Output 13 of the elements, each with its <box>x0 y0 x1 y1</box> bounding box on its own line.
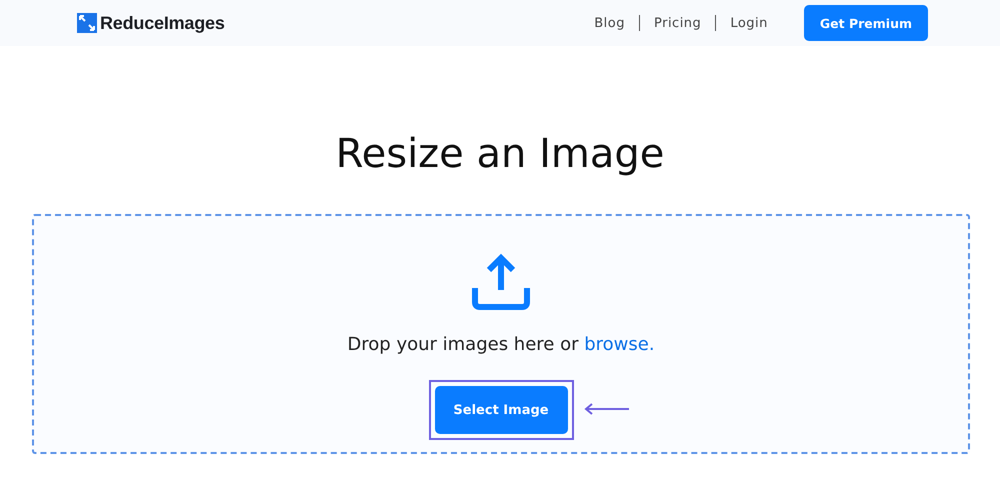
page-title: Resize an Image <box>334 131 666 177</box>
logo-text: ReduceImages <box>100 12 225 34</box>
nav-link[interactable]: Login <box>730 16 768 30</box>
arrow-icon <box>584 403 630 415</box>
nav-link[interactable]: Blog <box>594 16 625 30</box>
logo-icon <box>77 13 97 33</box>
get-premium-button[interactable]: Get Premium <box>804 5 928 41</box>
drop-zone[interactable]: Drop your images here or browse. Select Image <box>32 214 970 454</box>
nav-link[interactable]: Pricing <box>654 16 702 30</box>
drop-prompt: Drop your images here or browse. <box>347 334 655 355</box>
upload-icon <box>472 252 530 310</box>
select-image-button[interactable]: Select Image <box>434 386 568 434</box>
browse-link[interactable]: browse. <box>584 334 655 355</box>
